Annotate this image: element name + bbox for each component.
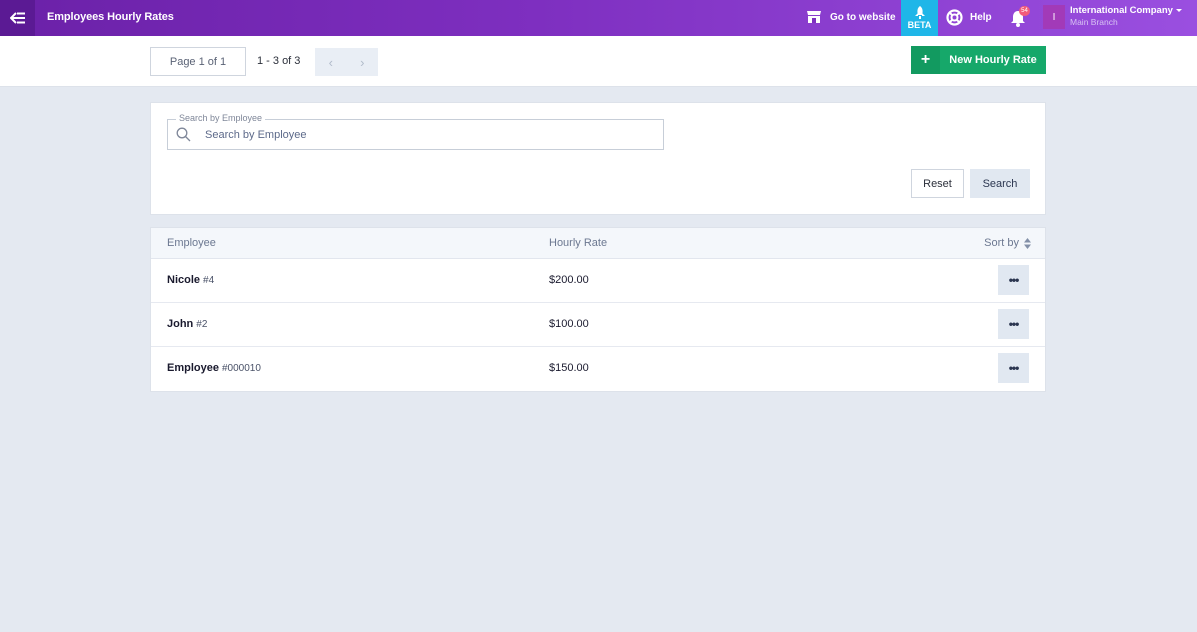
page-title: Employees Hourly Rates <box>47 11 174 23</box>
table-row[interactable]: Nicole #4 $200.00 ••• <box>151 259 1045 303</box>
table-header: Employee Hourly Rate Sort by <box>151 228 1045 259</box>
row-actions-button[interactable]: ••• <box>998 353 1029 383</box>
employee-cell: John #2 <box>167 318 207 330</box>
go-to-website-link[interactable]: Go to website <box>806 10 896 24</box>
reset-button[interactable]: Reset <box>911 169 964 198</box>
employee-cell: Nicole #4 <box>167 274 214 286</box>
chevron-right-icon[interactable]: › <box>347 48 379 76</box>
search-input[interactable] <box>205 125 645 145</box>
hourly-rate-cell: $200.00 <box>549 274 589 286</box>
branch-name: Main Branch <box>1070 17 1118 27</box>
new-hourly-rate-button[interactable]: + New Hourly Rate <box>911 46 1046 74</box>
employee-name: John <box>167 318 194 330</box>
results-range: 1 - 3 of 3 <box>257 55 301 67</box>
pagination-toolbar: Page 1 of 1 1 - 3 of 3 ‹ › + New Hourly … <box>0 36 1197 87</box>
help-label: Help <box>970 12 992 23</box>
table-row[interactable]: Employee #000010 $150.00 ••• <box>151 347 1045 391</box>
notification-count-badge: 54 <box>1019 6 1030 16</box>
plus-icon: + <box>911 46 940 74</box>
help-link[interactable]: Help <box>946 9 992 26</box>
hourly-rates-table: Employee Hourly Rate Sort by Nicole #4 $2… <box>150 227 1046 392</box>
caret-down-icon <box>1175 8 1182 12</box>
account-name-row: International Company <box>1070 5 1182 17</box>
new-hourly-rate-label: New Hourly Rate <box>949 54 1037 66</box>
avatar: I <box>1043 5 1065 29</box>
employee-name: Employee <box>167 362 219 374</box>
sort-icon <box>1024 237 1031 249</box>
row-actions-button[interactable]: ••• <box>998 309 1029 339</box>
search-legend: Search by Employee <box>176 113 266 123</box>
search-panel: Search by Employee Reset Search <box>150 102 1046 215</box>
employee-name: Nicole <box>167 274 201 286</box>
hourly-rate-cell: $150.00 <box>549 362 589 374</box>
table-row[interactable]: John #2 $100.00 ••• <box>151 303 1045 347</box>
menu-back-icon <box>9 12 25 24</box>
sort-by-button[interactable]: Sort by <box>984 237 1031 249</box>
lifebuoy-icon <box>946 9 963 26</box>
account-switcher[interactable]: I International Company Main Branch <box>1043 5 1182 29</box>
employee-id: #4 <box>203 275 215 286</box>
search-icon <box>176 127 191 142</box>
hourly-rate-cell: $100.00 <box>549 318 589 330</box>
store-icon <box>807 11 821 23</box>
column-header-employee: Employee <box>167 237 216 249</box>
back-menu-button[interactable] <box>0 0 35 36</box>
pager: ‹ › <box>315 48 378 76</box>
go-to-website-label: Go to website <box>830 11 896 23</box>
employee-id: #2 <box>196 319 208 330</box>
chevron-left-icon[interactable]: ‹ <box>315 48 347 76</box>
employee-cell: Employee #000010 <box>167 362 261 374</box>
beta-button[interactable]: BETA <box>901 0 938 36</box>
search-button[interactable]: Search <box>970 169 1030 198</box>
row-actions-button[interactable]: ••• <box>998 265 1029 295</box>
search-field: Search by Employee <box>167 113 664 150</box>
sort-by-label: Sort by <box>984 237 1019 249</box>
notifications-button[interactable]: 54 <box>1010 6 1030 32</box>
rocket-icon <box>914 6 925 19</box>
company-name: International Company <box>1070 5 1173 16</box>
top-header: Employees Hourly Rates Go to website BET… <box>0 0 1197 36</box>
column-header-hourly-rate: Hourly Rate <box>549 237 608 249</box>
beta-label: BETA <box>907 20 932 30</box>
page-indicator[interactable]: Page 1 of 1 <box>150 47 246 76</box>
employee-id: #000010 <box>221 363 261 374</box>
